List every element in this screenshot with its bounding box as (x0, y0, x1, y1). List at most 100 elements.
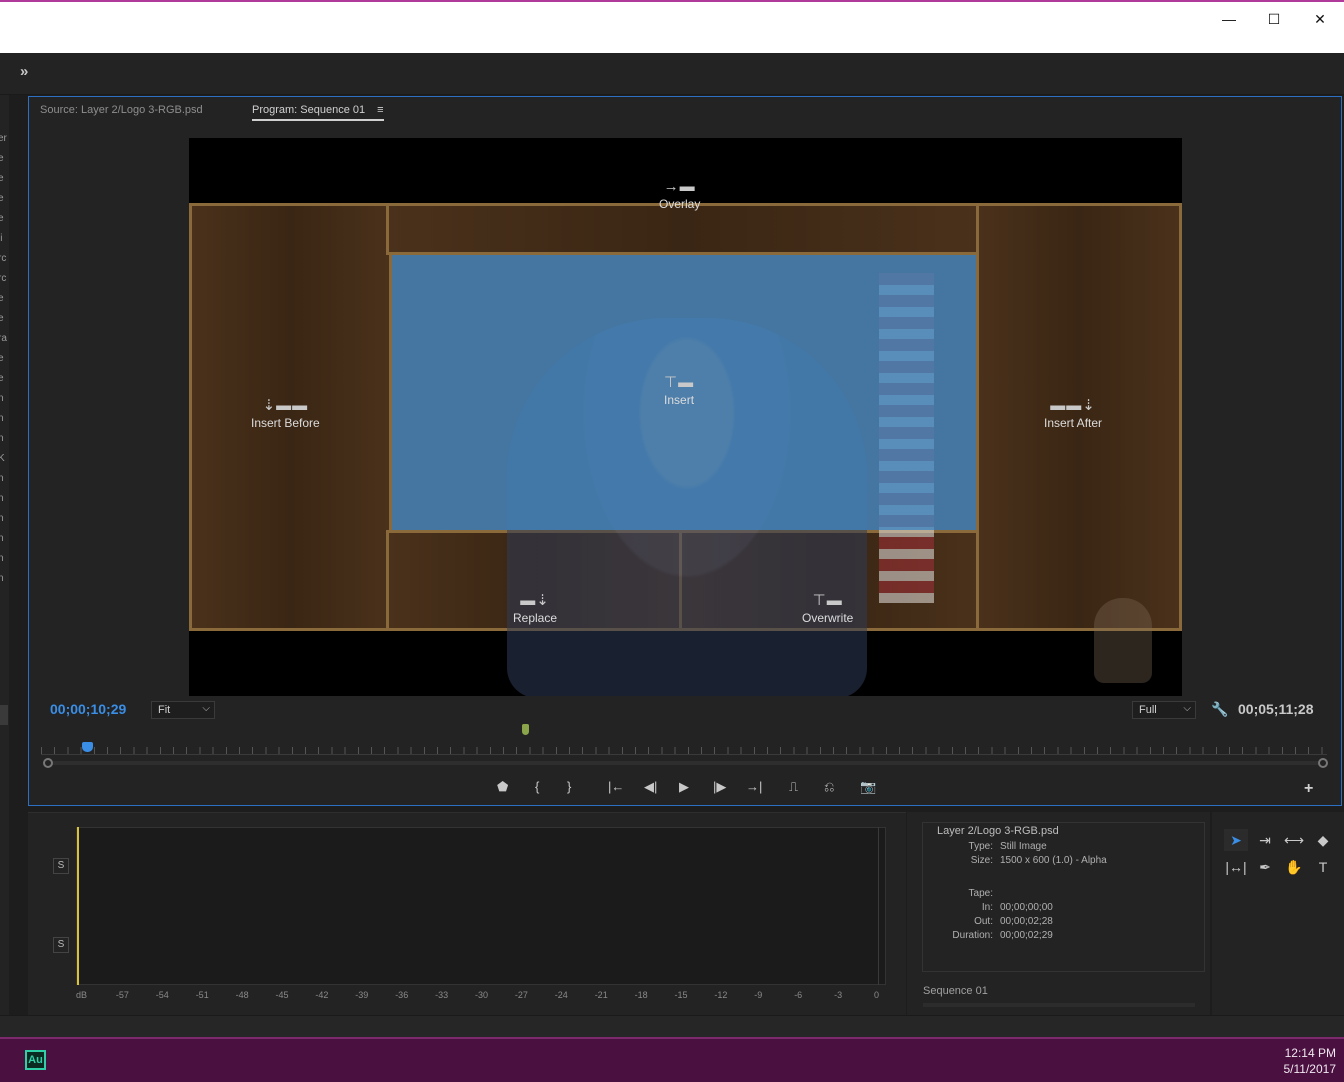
zoom-level-select[interactable]: Fit ⌵ (151, 701, 215, 719)
audition-app-icon[interactable]: Au (25, 1050, 46, 1070)
mark-out-icon[interactable]: } (567, 779, 571, 794)
db-scale-label: -3 (834, 990, 843, 1000)
playhead-icon[interactable] (82, 742, 93, 752)
insert-drop-zone[interactable]: ⊤▬ Insert (664, 373, 694, 407)
solo-button-right[interactable]: S (53, 937, 69, 953)
info-key-tape: Tape: (968, 888, 993, 899)
minimize-icon[interactable]: — (1206, 2, 1252, 36)
razor-tool-icon[interactable]: ◆ (1311, 829, 1335, 851)
panel-menu-icon[interactable]: ≡ (377, 104, 383, 116)
export-frame-icon[interactable]: 📷 (860, 779, 876, 795)
db-scale-label: -33 (435, 990, 449, 1000)
more-workspaces-icon[interactable]: » (20, 63, 28, 80)
project-item-label[interactable]: e (0, 193, 4, 204)
project-item-label[interactable]: n (0, 513, 4, 524)
duration-timecode: 00;05;11;28 (1238, 701, 1314, 717)
info-val-out: 00;00;02;28 (1000, 916, 1053, 927)
playback-resolution-value: Full (1139, 704, 1157, 716)
project-item-label[interactable]: n (0, 573, 4, 584)
hand-tool-icon[interactable]: ✋ (1282, 856, 1306, 878)
replace-drop-zone[interactable]: ▬⇣ Replace (513, 591, 557, 625)
time-ruler[interactable] (41, 741, 1327, 755)
chevron-down-icon: ⌵ (1183, 703, 1191, 714)
project-item-label[interactable]: li (0, 233, 2, 244)
slip-tool-icon[interactable]: |↔| (1224, 856, 1248, 878)
go-to-out-icon[interactable]: →| (746, 779, 762, 794)
project-item-label[interactable]: ra (0, 333, 7, 344)
marker-icon[interactable] (522, 724, 529, 735)
tools-panel: ➤ ⇥ ⟷ ◆ |↔| ✒ ✋ T (1212, 812, 1344, 1015)
overlay-drop-zone[interactable]: →▬ Overlay (659, 178, 700, 211)
windows-taskbar: Au 12:14 PM 5/11/2017 (0, 1037, 1344, 1082)
meter-end-line (878, 827, 879, 985)
info-box: Layer 2/Logo 3-RGB.psd Type: Still Image … (922, 822, 1205, 972)
project-item-label[interactable]: e (0, 313, 4, 324)
step-forward-icon[interactable]: |▶ (713, 779, 726, 795)
db-scale-label: -36 (395, 990, 409, 1000)
db-scale-label: -24 (554, 990, 568, 1000)
project-item-label[interactable]: n (0, 553, 4, 564)
scroll-thumb[interactable] (0, 705, 8, 725)
db-scale-label: 0 (874, 990, 880, 1000)
zoom-handle-right[interactable] (1318, 758, 1328, 768)
playback-resolution-select[interactable]: Full ⌵ (1132, 701, 1196, 719)
tab-program-label: Program: Sequence 01 (252, 104, 366, 116)
overwrite-drop-zone[interactable]: ⊤▬ Overwrite (802, 591, 853, 625)
step-back-icon[interactable]: ◀| (644, 779, 657, 795)
project-item-label[interactable]: e (0, 293, 4, 304)
wrench-icon[interactable]: 🔧 (1211, 701, 1228, 718)
project-item-label[interactable]: K (0, 453, 5, 464)
track-select-tool-icon[interactable]: ⇥ (1253, 829, 1277, 851)
maximize-icon[interactable]: ☐ (1251, 2, 1297, 36)
info-sequence-name: Sequence 01 (923, 985, 988, 997)
playhead-timecode[interactable]: 00;00;10;29 (50, 701, 126, 717)
mark-in-icon[interactable]: { (535, 779, 539, 794)
db-scale-label: -27 (514, 990, 528, 1000)
replace-label: Replace (513, 611, 558, 625)
go-to-in-icon[interactable]: |← (608, 779, 624, 794)
project-item-label[interactable]: e (0, 153, 4, 164)
db-scale-label: -48 (235, 990, 249, 1000)
close-icon[interactable]: ✕ (1297, 2, 1343, 36)
meter-level-line (77, 827, 79, 985)
type-tool-icon[interactable]: T (1311, 856, 1335, 878)
zoom-scroll-bar[interactable] (44, 761, 1327, 765)
project-item-label[interactable]: e (0, 173, 4, 184)
project-item-label[interactable]: e (0, 213, 4, 224)
tab-source-monitor[interactable]: Source: Layer 2/Logo 3-RGB.psd (40, 104, 203, 116)
selection-tool-icon[interactable]: ➤ (1224, 829, 1248, 851)
zoom-handle-left[interactable] (43, 758, 53, 768)
solo-button-left[interactable]: S (53, 858, 69, 874)
ripple-edit-tool-icon[interactable]: ⟷ (1282, 829, 1306, 851)
project-item-label[interactable]: e (0, 353, 4, 364)
insert-icon: ⊤▬ (664, 374, 695, 391)
clock-date: 5/11/2017 (1283, 1062, 1337, 1076)
add-marker-icon[interactable]: ⬟ (497, 779, 508, 795)
project-item-label[interactable]: er (0, 133, 7, 144)
insert-before-drop-zone[interactable]: ⇣▬▬ Insert Before (251, 396, 320, 430)
info-key-size: Size: (970, 855, 993, 866)
info-key-out: Out: (974, 916, 993, 927)
db-scale-label: -30 (475, 990, 489, 1000)
project-item-label[interactable]: rc (0, 273, 6, 284)
system-clock[interactable]: 12:14 PM 5/11/2017 (1284, 1045, 1337, 1077)
extract-icon[interactable]: ⎌ (824, 779, 834, 795)
db-scale-label: dB (76, 990, 88, 1000)
lift-icon[interactable]: ⎍ (789, 779, 798, 795)
project-item-label[interactable]: rc (0, 253, 6, 264)
project-item-label[interactable]: e (0, 373, 4, 384)
program-video-frame[interactable]: →▬ Overlay ⊤▬ Insert ⇣▬▬ Insert Before ▬… (189, 138, 1182, 696)
info-val-size: 1500 x 600 (1.0) - Alpha (1000, 855, 1107, 866)
pen-tool-icon[interactable]: ✒ (1253, 856, 1277, 878)
info-clip-name: Layer 2/Logo 3-RGB.psd (937, 825, 1059, 837)
project-item-label[interactable]: n (0, 393, 4, 404)
project-item-label[interactable]: n (0, 413, 4, 424)
insert-after-drop-zone[interactable]: ▬▬⇣ Insert After (1044, 396, 1102, 430)
project-item-label[interactable]: n (0, 533, 4, 544)
project-item-label[interactable]: n (0, 493, 4, 504)
play-icon[interactable]: ▶ (679, 779, 689, 795)
tab-program-monitor[interactable]: Program: Sequence 01 ≡ (252, 104, 384, 121)
button-editor-add-icon[interactable]: + (1304, 780, 1313, 798)
project-item-label[interactable]: n (0, 433, 4, 444)
project-item-label[interactable]: n (0, 473, 4, 484)
